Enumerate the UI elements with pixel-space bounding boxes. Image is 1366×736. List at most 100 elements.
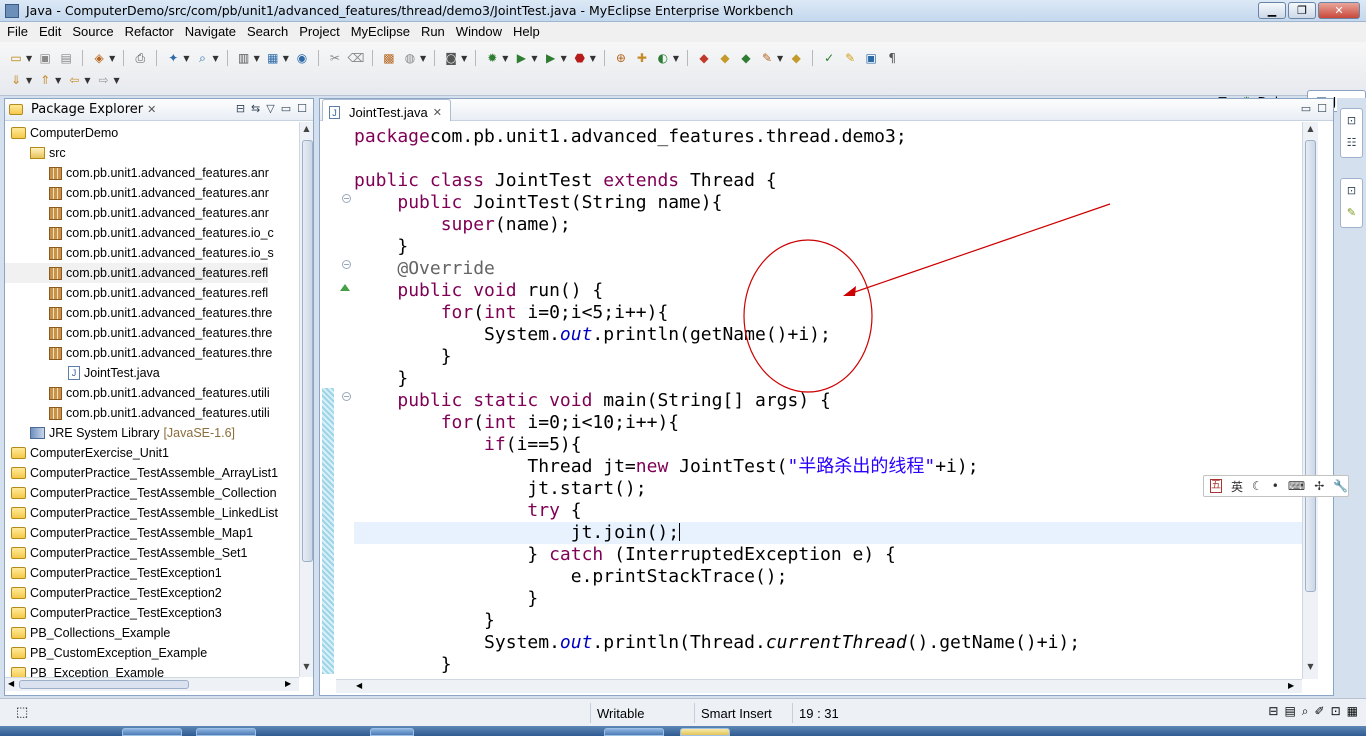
dropdown-arrow-icon[interactable]: ▼: [109, 54, 115, 63]
task-icon[interactable]: ✓: [821, 50, 837, 66]
taskbar-button-active[interactable]: [680, 728, 730, 736]
cut-icon[interactable]: ✂: [327, 50, 343, 66]
palette-icon[interactable]: ▤: [1284, 704, 1295, 719]
next-annotation-icon[interactable]: ⇓: [8, 72, 24, 88]
tree-item[interactable]: com.pb.unit1.advanced_features.thre: [5, 323, 272, 343]
code-line[interactable]: for(int i=0;i<10;i++){: [354, 412, 1302, 434]
dropdown-arrow-icon[interactable]: ▼: [561, 54, 567, 63]
code-line[interactable]: e.printStackTrace();: [354, 566, 1302, 588]
scroll-left-icon[interactable]: ◀: [8, 679, 14, 688]
tree-item[interactable]: src: [5, 143, 66, 163]
save-all-icon[interactable]: ▤: [58, 50, 74, 66]
folder-open-icon[interactable]: ◆: [717, 50, 733, 66]
code-line[interactable]: }: [354, 368, 1302, 390]
tree-item[interactable]: ComputerPractice_TestException2: [5, 583, 222, 603]
package-icon[interactable]: ◆: [738, 50, 754, 66]
new-package-icon[interactable]: ✚: [634, 50, 650, 66]
close-button[interactable]: ✕: [1318, 2, 1360, 19]
toggle-icon[interactable]: ▣: [863, 50, 879, 66]
deploy-icon[interactable]: ✐: [1315, 704, 1325, 719]
new-java-project-icon[interactable]: ⊕: [613, 50, 629, 66]
editor-tab-jointtest[interactable]: J JointTest.java ✕: [322, 99, 451, 121]
view-menu-icon[interactable]: ▽: [266, 102, 274, 115]
tree-item[interactable]: com.pb.unit1.advanced_features.io_s: [5, 243, 274, 263]
menu-myeclipse[interactable]: MyEclipse: [346, 22, 416, 42]
close-editor-icon[interactable]: ✕: [433, 106, 442, 119]
tree-item[interactable]: JRE System Library [JavaSE-1.6]: [5, 423, 235, 443]
menu-search[interactable]: Search: [242, 22, 294, 42]
code-line[interactable]: System.out.println(Thread.currentThread(…: [354, 632, 1302, 654]
search-icon[interactable]: ⌕: [1302, 704, 1309, 719]
prev-annotation-icon[interactable]: ⇑: [37, 72, 53, 88]
tree-item[interactable]: com.pb.unit1.advanced_features.anr: [5, 183, 269, 203]
code-line[interactable]: jt.start();: [354, 478, 1302, 500]
trash-icon[interactable]: ⌫: [347, 50, 364, 66]
menu-source[interactable]: Source: [67, 22, 119, 42]
console-icon[interactable]: ✎: [1341, 201, 1362, 223]
code-line[interactable]: packagecom.pb.unit1.advanced_features.th…: [354, 126, 1302, 148]
code-line[interactable]: }: [354, 654, 1302, 676]
dropdown-arrow-icon[interactable]: ▼: [420, 54, 426, 63]
tree-item[interactable]: com.pb.unit1.advanced_features.refl: [5, 283, 268, 303]
new-class-wizard-icon[interactable]: ◐: [655, 50, 671, 66]
tree-item[interactable]: ComputerDemo: [5, 123, 118, 143]
restore-icon[interactable]: ⊡: [1341, 179, 1362, 201]
tree-scroll-thumb[interactable]: [302, 140, 313, 562]
taskbar-button[interactable]: [604, 728, 664, 736]
menu-run[interactable]: Run: [416, 22, 451, 42]
dropdown-arrow-icon[interactable]: ▼: [461, 54, 467, 63]
tree-item[interactable]: com.pb.unit1.advanced_features.utili: [5, 403, 270, 423]
new-web-project-icon[interactable]: ◈: [91, 50, 107, 66]
tree-item[interactable]: ComputerPractice_TestAssemble_Collection: [5, 483, 277, 503]
tree-item[interactable]: com.pb.unit1.advanced_features.anr: [5, 203, 269, 223]
code-line[interactable]: public class JointTest extends Thread {: [354, 170, 1302, 192]
moon-icon[interactable]: ☾: [1252, 479, 1263, 493]
wizard-icon[interactable]: ◆: [788, 50, 804, 66]
collapse-all-icon[interactable]: ⊟: [236, 102, 245, 115]
code-line[interactable]: super(name);: [354, 214, 1302, 236]
tree-item[interactable]: PB_CustomException_Example: [5, 643, 207, 663]
trim-icon[interactable]: ▦: [1347, 704, 1358, 719]
tree-item[interactable]: J JointTest.java: [5, 363, 160, 383]
tree-item[interactable]: com.pb.unit1.advanced_features.thre: [5, 343, 272, 363]
code-line[interactable]: } catch (InterruptedException e) {: [354, 544, 1302, 566]
minimize-button[interactable]: ▁: [1258, 2, 1286, 19]
new-class-icon[interactable]: ▩: [381, 50, 397, 66]
dropdown-arrow-icon[interactable]: ▼: [673, 54, 679, 63]
ime-logo[interactable]: 五: [1210, 479, 1222, 493]
code-line[interactable]: public void run() {: [354, 280, 1302, 302]
fold-toggle-icon[interactable]: −: [342, 260, 351, 269]
taskbar-button[interactable]: [122, 728, 182, 736]
camera-icon[interactable]: ◙: [443, 50, 459, 66]
tree-vertical-scrollbar[interactable]: ▲ ▼: [299, 122, 313, 677]
highlighter-icon[interactable]: ✎: [842, 50, 858, 66]
link-editor-icon[interactable]: ⇆: [251, 102, 260, 115]
dropdown-arrow-icon[interactable]: ▼: [84, 76, 90, 85]
dropdown-arrow-icon[interactable]: ▼: [55, 76, 61, 85]
tree-item[interactable]: ComputerPractice_TestAssemble_Map1: [5, 523, 253, 543]
punctuation-icon[interactable]: •: [1272, 479, 1279, 493]
code-line[interactable]: }: [354, 610, 1302, 632]
fold-toggle-icon[interactable]: −: [342, 194, 351, 203]
tree-item[interactable]: com.pb.unit1.advanced_features.anr: [5, 163, 269, 183]
close-tab-icon[interactable]: ✕: [147, 103, 156, 116]
tree-item[interactable]: com.pb.unit1.advanced_features.refl: [5, 263, 269, 283]
scroll-up-icon[interactable]: ▲: [300, 124, 313, 133]
dropdown-arrow-icon[interactable]: ▼: [183, 54, 189, 63]
tree-item[interactable]: com.pb.unit1.advanced_features.io_c: [5, 223, 274, 243]
sign-icon[interactable]: ✢: [1314, 479, 1324, 493]
code-line[interactable]: for(int i=0;i<5;i++){: [354, 302, 1302, 324]
taskbar-button[interactable]: [370, 728, 414, 736]
tree-item[interactable]: ComputerPractice_TestException1: [5, 563, 222, 583]
code-line[interactable]: public static void main(String[] args) {: [354, 390, 1302, 412]
restore-icon[interactable]: ⊡: [1341, 109, 1362, 131]
tool-icon[interactable]: ✎: [759, 50, 775, 66]
minimize-view-icon[interactable]: ▭: [281, 102, 291, 115]
tree-item[interactable]: PB_Collections_Example: [5, 623, 170, 643]
tree-item[interactable]: ComputerExercise_Unit1: [5, 443, 169, 463]
dropdown-arrow-icon[interactable]: ▼: [26, 54, 32, 63]
print-icon[interactable]: ⎙: [132, 50, 148, 66]
dropdown-arrow-icon[interactable]: ▼: [26, 76, 32, 85]
menu-file[interactable]: File: [2, 22, 34, 42]
tree-item[interactable]: ComputerPractice_TestAssemble_LinkedList: [5, 503, 278, 523]
